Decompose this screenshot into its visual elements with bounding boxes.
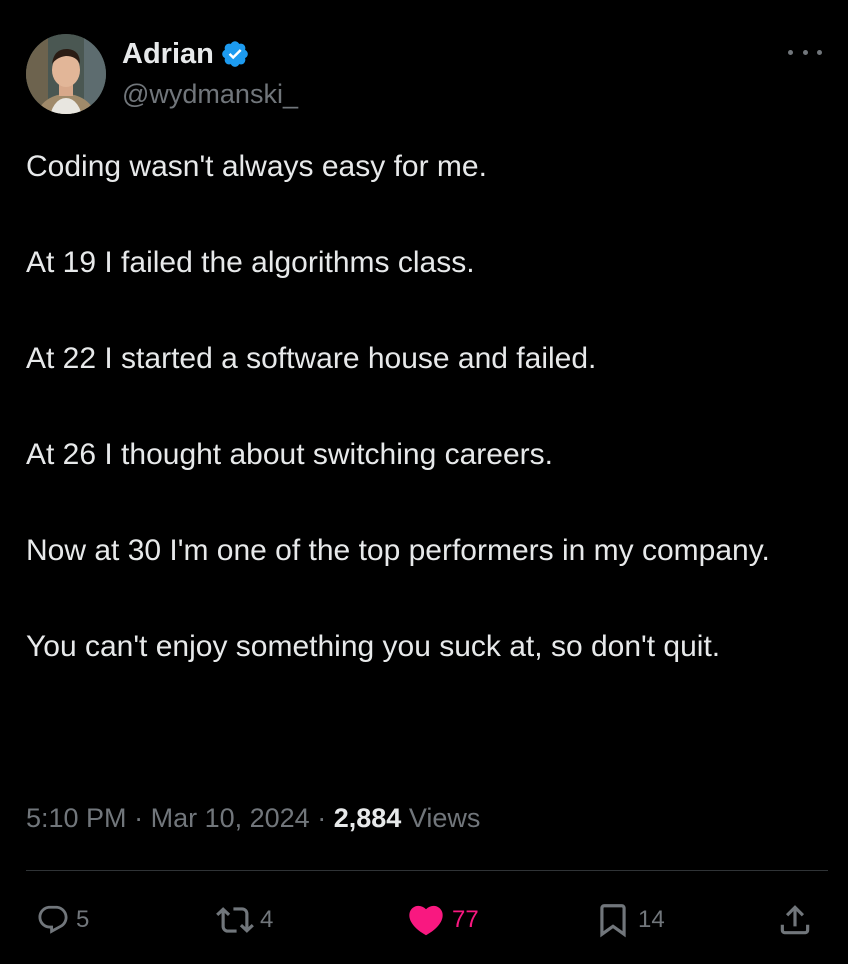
reply-icon [38, 905, 68, 934]
tweet-date[interactable]: Mar 10, 2024 [151, 803, 310, 833]
like-count: 77 [452, 906, 479, 933]
tweet-paragraph: Coding wasn't always easy for me. [26, 150, 487, 183]
views-count: 2,884 [333, 803, 402, 833]
display-name-row: Adrian [122, 36, 298, 72]
more-horizontal-icon[interactable] [788, 42, 822, 62]
tweet-paragraph: Now at 30 I'm one of the top performers … [26, 534, 770, 567]
display-name[interactable]: Adrian [122, 36, 214, 72]
verified-badge-icon[interactable] [220, 39, 250, 69]
meta-separator: · [317, 803, 327, 833]
avatar[interactable] [26, 34, 106, 114]
tweet-paragraph: At 26 I thought about switching careers. [26, 438, 553, 471]
tweet-card: Adrian @wydmanski_ Coding wasn't always … [0, 0, 848, 964]
bookmark-icon [600, 904, 626, 938]
avatar-photo-icon [26, 34, 106, 114]
more-dot [802, 49, 808, 55]
meta-separator: · [134, 803, 144, 833]
tweet-meta: 5:10 PM · Mar 10, 2024 · 2,884 Views [26, 798, 480, 838]
retweet-icon [216, 907, 254, 933]
action-bar: 5 4 77 14 [36, 896, 816, 944]
bookmark-count: 14 [638, 906, 665, 933]
author-names: Adrian @wydmanski_ [122, 36, 298, 112]
author-handle[interactable]: @wydmanski_ [122, 76, 298, 112]
tweet-time[interactable]: 5:10 PM [26, 803, 127, 833]
retweet-count: 4 [260, 906, 274, 933]
heart-filled-icon [409, 905, 443, 936]
reply-button[interactable]: 5 [36, 896, 89, 944]
tweet-paragraph: At 19 I failed the algorithms class. [26, 246, 475, 279]
tweet-header: Adrian @wydmanski_ [26, 34, 826, 114]
share-icon [780, 905, 810, 935]
bookmark-button[interactable]: 14 [594, 896, 665, 944]
tweet-paragraph: You can't enjoy something you suck at, s… [26, 630, 721, 663]
divider [26, 870, 828, 871]
reply-count: 5 [76, 906, 90, 933]
tweet-paragraph: At 22 I started a software house and fai… [26, 342, 597, 375]
more-dot [817, 49, 822, 55]
share-button[interactable] [776, 896, 814, 944]
views-label: Views [408, 803, 481, 833]
retweet-button[interactable]: 4 [216, 896, 273, 944]
like-button[interactable]: 77 [406, 896, 479, 944]
tweet-text: Coding wasn't always easy for me. At 19 … [26, 144, 806, 670]
more-dot [788, 49, 793, 55]
